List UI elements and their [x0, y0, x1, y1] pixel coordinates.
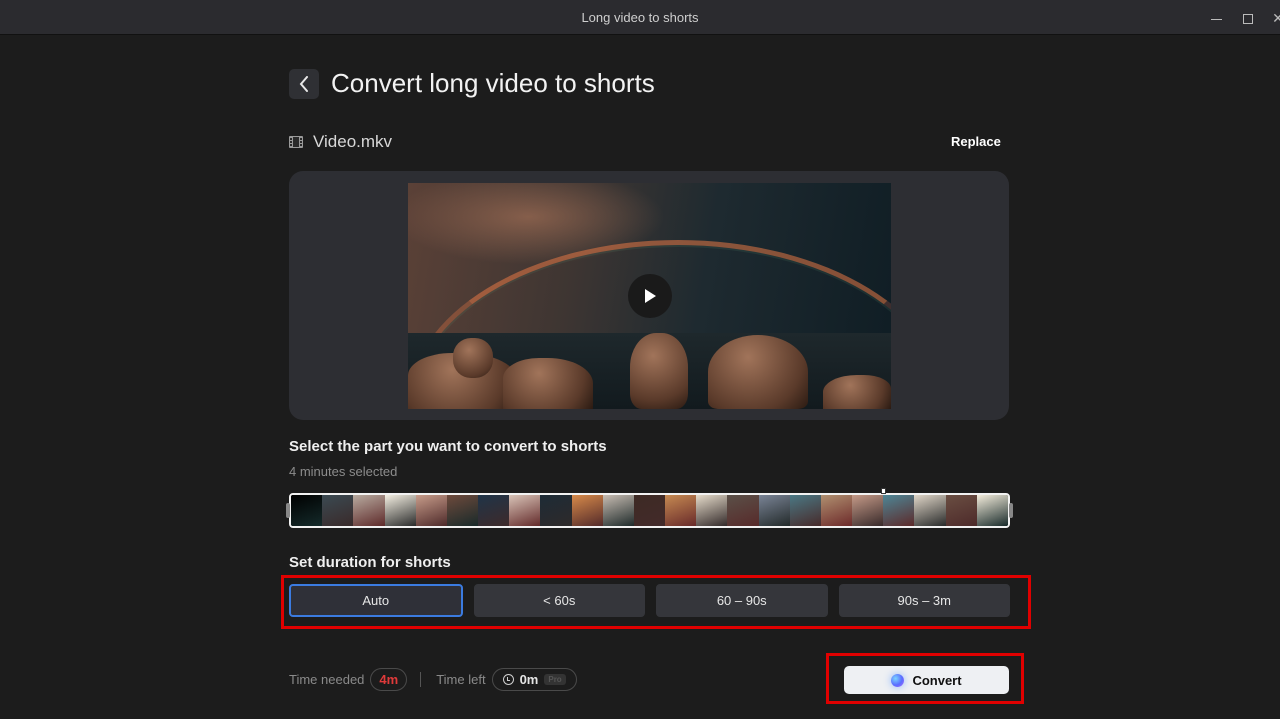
- timeline-thumbnail: [446, 495, 479, 526]
- timeline-thumbnail: [914, 495, 946, 526]
- rock-graphic: [823, 375, 891, 409]
- timeline-thumbnail: [571, 495, 603, 526]
- divider: [420, 672, 422, 687]
- timeline-thumbnail: [415, 495, 447, 526]
- timeline-thumbnail: [883, 495, 915, 526]
- timeline-thumbnail: [976, 495, 1008, 526]
- timeline-strip[interactable]: [289, 493, 1010, 528]
- footer-status: Time needed 4m Time left 0m Pro: [289, 668, 577, 691]
- selection-subtitle: 4 minutes selected: [289, 464, 398, 479]
- timeline-playhead[interactable]: [881, 488, 886, 494]
- timeline-thumbnail: [727, 495, 759, 526]
- play-button[interactable]: [628, 274, 672, 318]
- time-left-value: 0m: [519, 672, 539, 687]
- timeline-start-handle[interactable]: [286, 503, 290, 518]
- close-button[interactable]: ✕: [1268, 8, 1280, 28]
- timeline-thumbnail: [789, 495, 821, 526]
- time-needed-label: Time needed: [289, 672, 365, 687]
- timeline-thumbnail: [291, 495, 323, 526]
- maximize-icon: [1243, 14, 1253, 25]
- replace-button[interactable]: Replace: [951, 134, 1001, 149]
- rock-graphic: [708, 335, 808, 409]
- timeline-thumbnail: [696, 495, 728, 526]
- timeline-thumbnail: [509, 495, 541, 526]
- back-button[interactable]: [289, 69, 319, 99]
- minimize-icon: [1210, 18, 1222, 20]
- timeline-thumbnail: [478, 495, 510, 526]
- film-icon: [289, 136, 303, 148]
- duration-option-under-60s[interactable]: < 60s: [473, 584, 645, 617]
- clock-icon: [502, 674, 514, 685]
- page-title: Convert long video to shorts: [331, 68, 655, 98]
- timeline-thumbnail: [353, 495, 385, 526]
- time-left-label: Time left: [436, 672, 486, 687]
- rock-graphic: [503, 358, 593, 409]
- timeline-thumbnail: [820, 495, 853, 526]
- convert-label: Convert: [912, 672, 962, 688]
- play-icon: [645, 289, 656, 303]
- chevron-left-icon: [299, 76, 308, 92]
- timeline-thumbnail: [602, 495, 634, 526]
- file-name: Video.mkv: [313, 132, 393, 151]
- duration-option-60-90s[interactable]: 60 – 90s: [656, 584, 828, 617]
- file-info: Video.mkv: [289, 132, 392, 152]
- minimize-button[interactable]: [1206, 8, 1226, 28]
- duration-options: Auto < 60s 60 – 90s 90s – 3m: [289, 584, 1010, 617]
- duration-option-90s-3m[interactable]: 90s – 3m: [838, 584, 1010, 617]
- close-icon: ✕: [1272, 10, 1280, 26]
- convert-button[interactable]: Convert: [844, 666, 1009, 694]
- rock-graphic: [453, 338, 493, 378]
- duration-title: Set duration for shorts: [289, 554, 451, 571]
- ai-orb-icon: [891, 673, 905, 687]
- time-left-pill: 0m Pro: [491, 668, 577, 691]
- time-needed-value: 4m: [370, 668, 408, 691]
- pro-badge: Pro: [544, 674, 566, 685]
- timeline-thumbnail: [540, 495, 572, 526]
- selection-title: Select the part you want to convert to s…: [289, 438, 607, 455]
- duration-option-auto[interactable]: Auto: [289, 584, 463, 617]
- timeline-thumbnail: [665, 495, 697, 526]
- timeline-thumbnail: [322, 495, 354, 526]
- timeline-thumbnail: [945, 495, 977, 526]
- timeline-thumbnail: [633, 495, 666, 526]
- timeline-thumbnail: [384, 495, 416, 526]
- rock-graphic: [630, 333, 688, 409]
- timeline-end-handle[interactable]: [1009, 503, 1013, 518]
- maximize-button[interactable]: [1238, 8, 1258, 28]
- timeline-thumbnail: [852, 495, 884, 526]
- title-bar: Long video to shorts ✕: [0, 0, 1280, 35]
- timeline-thumbnail: [758, 495, 790, 526]
- window-title: Long video to shorts: [581, 10, 699, 25]
